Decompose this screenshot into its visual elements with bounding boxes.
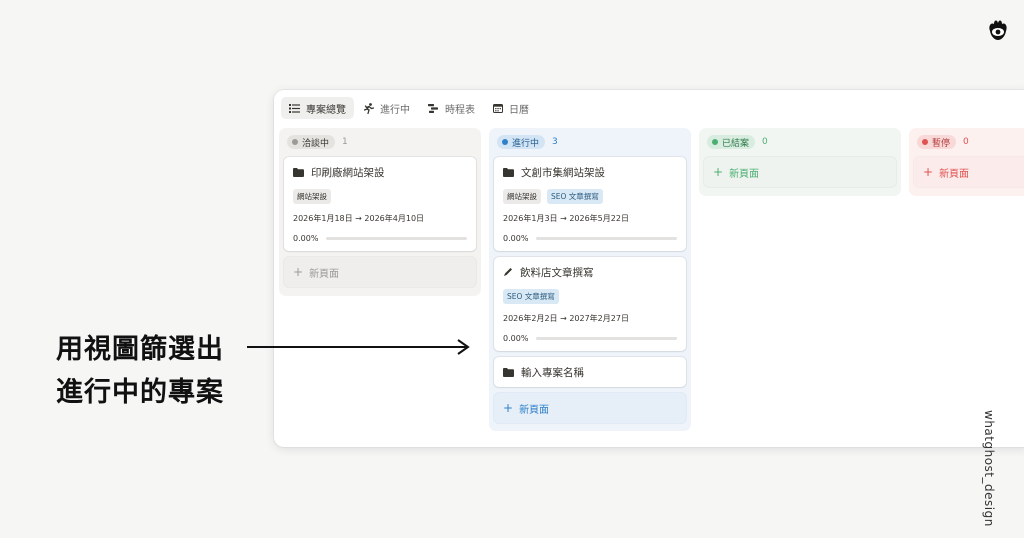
running-person-icon bbox=[364, 102, 374, 114]
card-title: 輸入專案名稱 bbox=[521, 366, 584, 379]
plus-icon: + bbox=[293, 265, 304, 279]
tag-badge: SEO 文章撰寫 bbox=[547, 189, 603, 204]
folder-icon bbox=[293, 167, 304, 177]
progress-label: 0.00% bbox=[503, 334, 529, 343]
tag-badge: 網站架設 bbox=[293, 189, 331, 204]
board-column-planning: 洽談中 1 印刷廠網站架設 網站架設 2026年1月18日 → 2026年4月1… bbox=[279, 128, 481, 296]
status-badge[interactable]: 洽談中 bbox=[287, 135, 336, 149]
timeline-icon bbox=[428, 103, 438, 113]
caption-line: 用視圖篩選出 bbox=[56, 334, 224, 365]
new-page-button[interactable]: + 新頁面 bbox=[284, 257, 476, 287]
status-badge[interactable]: 暫停 bbox=[917, 135, 957, 149]
column-label: 暫停 bbox=[932, 138, 951, 149]
tag-badge: SEO 文章撰寫 bbox=[503, 289, 559, 304]
tab-label: 進行中 bbox=[380, 104, 410, 116]
new-page-button[interactable]: + 新頁面 bbox=[704, 157, 896, 187]
status-badge[interactable]: 進行中 bbox=[497, 135, 546, 149]
tab-in-progress[interactable]: 進行中 bbox=[356, 97, 418, 119]
column-count: 0 bbox=[963, 137, 969, 147]
date-range: 2026年1月3日 → 2026年5月22日 bbox=[503, 214, 629, 223]
view-tabs: 專案總覽 進行中 時程表 日曆 bbox=[281, 97, 539, 119]
progress-label: 0.00% bbox=[293, 234, 319, 243]
date-range: 2026年2月2日 → 2027年2月27日 bbox=[503, 314, 629, 323]
progress-label: 0.00% bbox=[503, 234, 529, 243]
pencil-icon bbox=[504, 268, 512, 276]
brand-logo-icon bbox=[989, 20, 1007, 40]
project-card[interactable]: 輸入專案名稱 bbox=[494, 357, 686, 387]
new-page-label: 新頁面 bbox=[939, 168, 970, 180]
tab-timeline[interactable]: 時程表 bbox=[420, 97, 483, 119]
new-page-label: 新頁面 bbox=[519, 404, 550, 416]
card-title: 飲料店文章撰寫 bbox=[520, 266, 594, 279]
tab-label: 時程表 bbox=[445, 104, 475, 116]
tab-calendar[interactable]: 日曆 bbox=[485, 97, 537, 119]
new-page-button[interactable]: + 新頁面 bbox=[494, 393, 686, 423]
plus-icon: + bbox=[713, 165, 724, 179]
project-card[interactable]: 飲料店文章撰寫 SEO 文章撰寫 2026年2月2日 → 2027年2月27日 … bbox=[494, 257, 686, 351]
card-title: 文創市集網站架設 bbox=[521, 166, 605, 179]
tab-project-overview[interactable]: 專案總覽 bbox=[281, 97, 354, 119]
caption-line: 進行中的專案 bbox=[56, 377, 224, 408]
column-count: 3 bbox=[552, 137, 558, 147]
column-label: 已結案 bbox=[722, 138, 750, 149]
new-page-label: 新頁面 bbox=[729, 168, 760, 180]
board-column-done: 已結案 0 + 新頁面 bbox=[699, 128, 901, 196]
progress-bar bbox=[326, 237, 467, 240]
board-column-in-progress: 進行中 3 文創市集網站架設 網站架設 SEO 文章撰寫 2026年1月3日 →… bbox=[489, 128, 691, 431]
column-count: 1 bbox=[342, 137, 348, 147]
new-page-button[interactable]: + 新頁面 bbox=[914, 157, 1024, 187]
tab-label: 日曆 bbox=[509, 104, 529, 116]
tag-badge: 網站架設 bbox=[503, 189, 541, 204]
project-card[interactable]: 印刷廠網站架設 網站架設 2026年1月18日 → 2026年4月10日 0.0… bbox=[284, 157, 476, 251]
credit-text: whatghost_design bbox=[982, 410, 996, 527]
list-icon bbox=[289, 104, 300, 113]
status-badge[interactable]: 已結案 bbox=[707, 135, 756, 149]
card-title: 印刷廠網站架設 bbox=[311, 166, 385, 179]
plus-icon: + bbox=[503, 401, 514, 415]
tab-label: 專案總覽 bbox=[306, 104, 346, 116]
progress-bar bbox=[536, 237, 677, 240]
caption-text: 用視圖篩選出 進行中的專案 bbox=[56, 328, 224, 414]
folder-icon bbox=[503, 167, 514, 177]
progress-bar bbox=[536, 337, 677, 340]
folder-icon bbox=[503, 367, 514, 377]
notion-board-window: 專案總覽 進行中 時程表 日曆 洽談中 1 印刷廠網站架設 網站架設 2026年… bbox=[274, 90, 1024, 447]
column-count: 0 bbox=[762, 137, 768, 147]
column-label: 進行中 bbox=[512, 138, 540, 149]
new-page-label: 新頁面 bbox=[309, 268, 340, 280]
project-card[interactable]: 文創市集網站架設 網站架設 SEO 文章撰寫 2026年1月3日 → 2026年… bbox=[494, 157, 686, 251]
column-label: 洽談中 bbox=[302, 138, 330, 149]
calendar-icon bbox=[493, 104, 503, 113]
plus-icon: + bbox=[923, 165, 934, 179]
arrow-right-icon bbox=[247, 339, 470, 355]
date-range: 2026年1月18日 → 2026年4月10日 bbox=[293, 214, 425, 223]
board-column-paused: 暫停 0 + 新頁面 bbox=[909, 128, 1024, 196]
